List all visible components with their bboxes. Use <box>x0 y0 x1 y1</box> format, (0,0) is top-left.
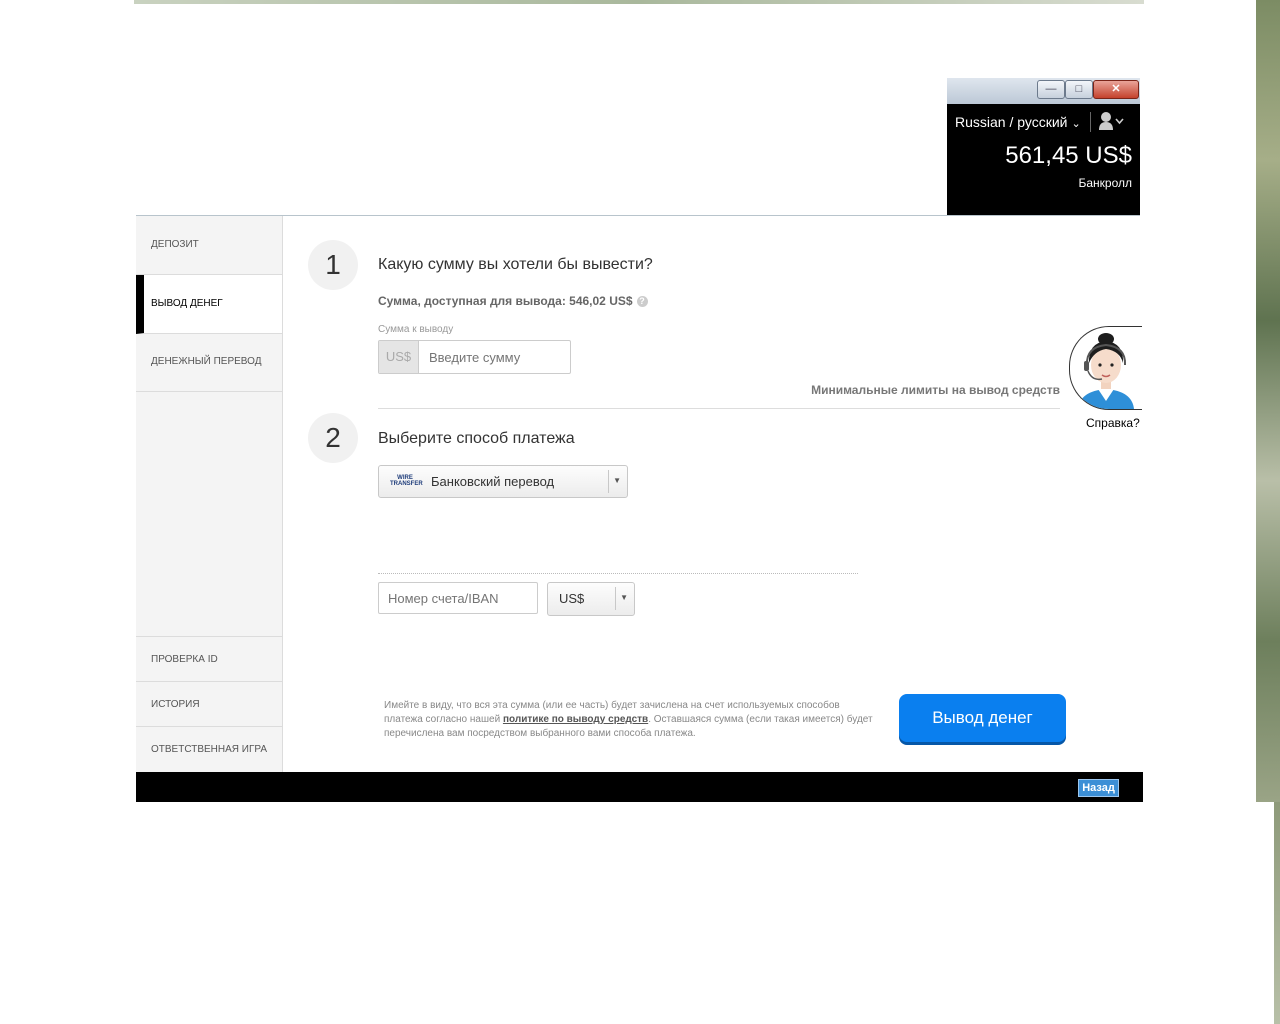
step-2-title: Выберите способ платежа <box>378 430 575 447</box>
amount-input[interactable] <box>419 341 579 373</box>
withdraw-policy-link[interactable]: политике по выводу средств <box>503 714 648 725</box>
wire-transfer-logo: WIRE TRANSFER <box>390 475 423 487</box>
sidebar-item-label: ИСТОРИЯ <box>151 699 200 710</box>
divider <box>1090 112 1091 132</box>
language-selector[interactable]: Russian / русский ⌄ <box>955 114 1081 130</box>
background-photo-edge <box>1256 0 1280 802</box>
sidebar-item-label: ДЕПОЗИТ <box>151 239 199 250</box>
back-button[interactable]: Назад <box>1078 779 1119 797</box>
faded-line <box>378 573 858 578</box>
user-icon <box>1099 112 1124 130</box>
payment-method-label: Банковский перевод <box>431 474 555 489</box>
background-photo-edge-lower <box>1274 802 1280 1024</box>
payment-method-select[interactable]: WIRE TRANSFER Банковский перевод ▼ <box>378 465 628 498</box>
sidebar-item-label: ВЫВОД ДЕНЕГ <box>151 298 223 309</box>
sidebar-item-label: ОТВЕТСТВЕННАЯ ИГРА <box>151 744 268 755</box>
sidebar-item-history[interactable]: ИСТОРИЯ <box>136 681 282 726</box>
step-1-title: Какую сумму вы хотели бы вывести? <box>378 256 653 273</box>
window-titlebar: — □ ✕ <box>947 78 1140 104</box>
dropdown-divider <box>615 587 616 610</box>
currency-label: US$ <box>559 591 585 606</box>
bottom-bar: Назад <box>136 772 1143 802</box>
minimize-button[interactable]: — <box>1037 80 1065 99</box>
cashier-window: ДЕПОЗИТ ВЫВОД ДЕНЕГ ДЕНЕЖНЫЙ ПЕРЕВОД ПРО… <box>136 215 1140 773</box>
currency-select[interactable]: US$ ▼ <box>547 582 635 616</box>
sidebar-item-deposit[interactable]: ДЕПОЗИТ <box>136 216 282 275</box>
withdraw-button[interactable]: Вывод денег <box>899 694 1066 742</box>
user-menu[interactable] <box>1098 111 1124 136</box>
amount-label: Сумма к выводу <box>378 324 454 335</box>
close-button[interactable]: ✕ <box>1093 80 1139 99</box>
balance-amount: 561,45 US$ <box>1005 142 1132 169</box>
maximize-button[interactable]: □ <box>1065 80 1093 99</box>
chevron-down-icon: ⌄ <box>1071 118 1081 130</box>
step-1-badge: 1 <box>308 240 358 290</box>
sidebar-item-withdraw[interactable]: ВЫВОД ДЕНЕГ <box>136 275 282 334</box>
account-panel: — □ ✕ Russian / русский ⌄ 561,45 US$ Банк… <box>947 78 1140 216</box>
chevron-down-icon: ▼ <box>613 476 621 485</box>
available-amount-text: Сумма, доступная для вывода: 546,02 US$ <box>378 294 633 308</box>
support-agent-avatar <box>1069 326 1142 410</box>
language-label: Russian / русский <box>955 114 1068 130</box>
sidebar-item-label: ПРОВЕРКА ID <box>151 654 218 665</box>
min-limits-link[interactable]: Минимальные лимиты на вывод средств <box>811 383 1060 397</box>
iban-input[interactable] <box>378 582 538 614</box>
amount-currency: US$ <box>379 341 419 373</box>
support-agent-icon <box>1078 333 1134 409</box>
sidebar-item-id-verification[interactable]: ПРОВЕРКА ID <box>136 636 282 681</box>
amount-field: US$ <box>378 340 579 374</box>
section-divider <box>378 408 1060 409</box>
help-icon[interactable]: ? <box>636 296 648 308</box>
bankroll-label: Банкролл <box>1078 176 1132 190</box>
sidebar-item-label: ДЕНЕЖНЫЙ ПЕРЕВОД <box>151 356 262 367</box>
available-amount: Сумма, доступная для вывода: 546,02 US$? <box>378 294 648 308</box>
sidebar-item-responsible-gaming[interactable]: ОТВЕТСТВЕННАЯ ИГРА <box>136 726 282 771</box>
withdraw-disclaimer: Имейте в виду, что вся эта сумма (или ее… <box>384 699 874 741</box>
chevron-down-icon: ▼ <box>620 593 628 602</box>
dropdown-divider <box>608 470 609 493</box>
help-widget[interactable] <box>1069 326 1142 410</box>
step-2-badge: 2 <box>308 413 358 463</box>
help-label[interactable]: Справка? <box>1086 416 1140 430</box>
background-photo-strip <box>134 0 1144 4</box>
sidebar-item-money-transfer[interactable]: ДЕНЕЖНЫЙ ПЕРЕВОД <box>136 333 282 392</box>
sidebar: ДЕПОЗИТ ВЫВОД ДЕНЕГ ДЕНЕЖНЫЙ ПЕРЕВОД ПРО… <box>136 216 283 773</box>
